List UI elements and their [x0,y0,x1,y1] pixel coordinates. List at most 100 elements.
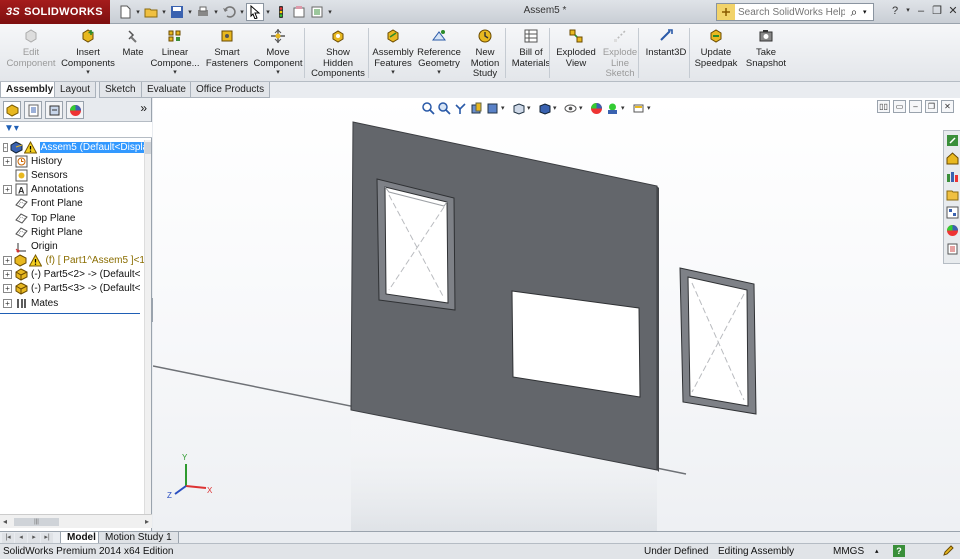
undo-dropdown[interactable]: ▾ [238,8,246,16]
options-icon[interactable] [308,3,326,21]
view-orientation-icon[interactable] [511,101,525,115]
tree-node[interactable]: Right Plane [0,225,145,239]
help-search-input[interactable] [735,6,845,18]
help-icon[interactable]: ? [888,2,902,20]
expand-icon[interactable]: + [3,256,12,266]
tree-node[interactable]: + (-) Part5<3> -> (Default< [0,282,145,296]
print-icon[interactable] [194,3,212,21]
display-style-icon[interactable] [537,101,551,115]
search-icon[interactable]: ⌕ [845,5,863,20]
viewport-restore-icon[interactable]: ❐ [925,100,938,113]
tile-horizontal-icon[interactable]: ▯▯ [877,100,890,113]
next-tab-icon[interactable]: ▸ [28,533,40,543]
tree-node[interactable]: Sensors [0,168,145,182]
ribbon-button-explode-line[interactable]: Explode Line Sketch [600,26,640,80]
ribbon-button-linear-pattern[interactable]: Linear Compone... ▾ [150,26,200,80]
view-settings-dropdown[interactable]: ▾ [647,104,654,112]
ribbon-button-instant3d[interactable]: Instant3D [642,26,690,80]
tree-node[interactable]: Top Plane [0,211,145,225]
custom-properties-icon[interactable] [945,241,960,256]
tree-node[interactable]: + (f) [ Part1^Assem5 ]<1 [0,254,145,268]
tree-node[interactable]: + A Annotations [0,183,145,197]
undo-icon[interactable] [220,3,238,21]
view-orientation-dropdown[interactable]: ▾ [527,104,534,112]
dynamic-annotation-dropdown[interactable]: ▾ [501,104,508,112]
search-dropdown[interactable]: ▾ [863,8,871,16]
ribbon-button-dropdown-icon[interactable]: ▾ [173,69,177,77]
collapse-icon[interactable]: - [3,142,8,152]
zoom-to-fit-icon[interactable] [421,101,435,115]
scroll-left-icon[interactable]: ◂ [3,517,7,526]
scroll-thumb[interactable]: ||| [14,518,59,526]
new-dropdown[interactable]: ▾ [134,8,142,16]
tree-node[interactable]: Front Plane [0,197,145,211]
prev-tab-icon[interactable]: ◂ [15,533,27,543]
ribbon-button-snapshot[interactable]: Take Snapshot [742,26,790,80]
wall-panel[interactable] [350,121,659,472]
design-library-icon[interactable] [945,169,960,184]
restore-icon[interactable]: ❐ [930,2,944,20]
previous-view-icon[interactable] [453,101,467,115]
tree-node[interactable]: + History [0,154,145,168]
tree-vertical-scrollbar[interactable] [144,140,151,515]
solidworks-resources-icon[interactable] [945,133,960,148]
dynamic-annotation-icon[interactable] [485,101,499,115]
units-dropdown-icon[interactable]: ▴ [875,544,879,559]
edit-appearance-icon[interactable] [589,101,603,115]
tree-node[interactable]: - Assem5 (Default<Display [0,140,145,154]
ribbon-button-motion-study[interactable]: New Motion Study [467,26,503,80]
rollback-bar[interactable] [0,313,140,314]
save-dropdown[interactable]: ▾ [186,8,194,16]
ribbon-button-edit-component[interactable]: Edit Component [6,26,56,80]
options-dropdown[interactable]: ▾ [326,8,334,16]
ribbon-button-speedpak[interactable]: Update Speedpak [693,26,739,80]
tab-assembly[interactable]: Assembly [0,82,60,98]
ribbon-button-show-hidden[interactable]: Show Hidden Components [310,26,366,80]
ribbon-button-exploded-view[interactable]: Exploded View [554,26,598,80]
graphics-area[interactable]: Y X Z ▾ ▾ ▾ ▾ ▾ ▾ ▯▯ ▭ – ❐ ✕ [153,98,960,531]
hide-show-dropdown[interactable]: ▾ [579,104,586,112]
solidworks-logo[interactable]: 3S SOLIDWORKS [0,0,110,24]
display-manager-tab-icon[interactable] [66,101,84,119]
ribbon-button-insert-components[interactable]: Insert Components ▾ [61,26,115,80]
appearances-icon[interactable] [945,223,960,238]
expand-icon[interactable]: + [3,298,12,308]
open-dropdown[interactable]: ▾ [160,8,168,16]
ribbon-button-bom[interactable]: Bill of Materials [510,26,552,80]
panel-expand-chevron-icon[interactable]: » [140,101,147,115]
window-frame-1[interactable] [376,178,456,311]
expand-icon[interactable]: + [3,284,12,294]
ribbon-button-smart-fasteners[interactable]: Smart Fasteners [205,26,249,80]
view-palette-icon[interactable] [945,205,960,220]
new-document-icon[interactable] [116,3,134,21]
apply-scene-icon[interactable] [605,101,619,115]
unit-system[interactable]: MMGS [833,544,864,559]
select-dropdown[interactable]: ▾ [264,8,272,16]
apply-scene-dropdown[interactable]: ▾ [621,104,628,112]
viewport-close-icon[interactable]: ✕ [941,100,954,113]
tab-evaluate[interactable]: Evaluate [141,82,192,98]
ribbon-button-dropdown-icon[interactable]: ▾ [86,69,90,77]
last-tab-icon[interactable]: ▸| [41,533,53,543]
ribbon-button-reference-geometry[interactable]: Reference Geometry ▾ [416,26,462,80]
ribbon-button-move-component[interactable]: Move Component ▾ [252,26,304,80]
ribbon-button-assembly-features[interactable]: Assembly Features ▾ [372,26,414,80]
expand-icon[interactable]: + [3,156,12,166]
filter-icon[interactable]: ▼▾ [4,123,19,134]
rebuild-pencil-icon[interactable] [942,545,954,557]
property-manager-tab-icon[interactable] [24,101,42,119]
tab-sketch[interactable]: Sketch [99,82,142,98]
quick-tips-icon[interactable]: ? [893,545,905,557]
tree-node[interactable]: + Mates [0,296,145,310]
ribbon-button-dropdown-icon[interactable]: ▾ [276,69,280,77]
expand-icon[interactable]: + [3,270,12,280]
zoom-to-area-icon[interactable] [437,101,451,115]
help-dropdown[interactable]: ▾ [904,2,912,20]
tile-vertical-icon[interactable]: ▭ [893,100,906,113]
display-style-dropdown[interactable]: ▾ [553,104,560,112]
tab-office-products[interactable]: Office Products [190,82,271,98]
save-icon[interactable] [168,3,186,21]
home-icon[interactable] [945,151,960,166]
open-folder-icon[interactable] [142,3,160,21]
tree-node[interactable]: + (-) Part5<2> -> (Default< [0,268,145,282]
